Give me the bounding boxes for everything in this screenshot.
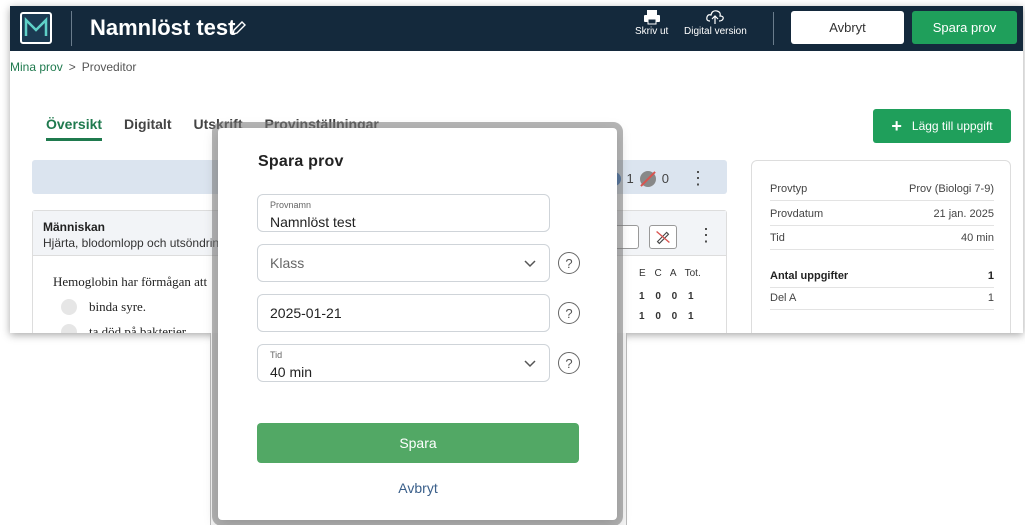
info-row: Del A 1 xyxy=(770,292,994,310)
answer-option-label: binda syre. xyxy=(89,299,147,314)
time-help-icon[interactable]: ? xyxy=(558,352,580,374)
digital-version-button[interactable]: Digital version xyxy=(684,9,747,37)
logo-mark-icon xyxy=(24,16,48,36)
page-title[interactable]: Namnlöst test xyxy=(90,15,235,41)
digital-count: 1 xyxy=(626,171,634,186)
time-label: Tid xyxy=(270,350,283,360)
info-value: 40 min xyxy=(960,232,994,244)
not-digital-count: 0 xyxy=(661,171,669,186)
radio-icon[interactable] xyxy=(61,324,77,333)
breadcrumb-my-tests[interactable]: Mina prov xyxy=(10,60,63,74)
digital-version-label: Digital version xyxy=(684,26,747,37)
more-options-icon[interactable]: ⋮ xyxy=(689,168,707,189)
chevron-down-icon xyxy=(524,360,536,368)
info-row: Provtyp Prov (Biologi 7-9) xyxy=(770,183,994,201)
summary-counts: 1 0 ⋮ xyxy=(606,168,707,189)
class-help-icon[interactable]: ? xyxy=(558,252,580,274)
dialog-cancel-button[interactable]: Avbryt xyxy=(257,480,579,502)
date-value[interactable]: 2025-01-21 xyxy=(270,305,342,321)
add-task-button[interactable]: + Lägg till uppgift xyxy=(873,109,1011,143)
answer-option[interactable]: binda syre. xyxy=(61,299,146,315)
answer-option-label: ta död på bakterier. xyxy=(89,324,189,333)
save-button[interactable]: Spara xyxy=(257,423,579,463)
print-button[interactable]: Skriv ut xyxy=(635,9,668,37)
time-value: 40 min xyxy=(270,364,313,380)
answer-option[interactable]: ta död på bakterier. xyxy=(61,324,189,333)
cancel-button[interactable]: Avbryt xyxy=(791,11,904,44)
info-label: Provdatum xyxy=(770,208,824,220)
save-test-button[interactable]: Spara prov xyxy=(912,11,1017,44)
print-label: Skriv ut xyxy=(635,26,669,37)
add-task-label: Lägg till uppgift xyxy=(911,119,993,133)
info-row: Provdatum 21 jan. 2025 xyxy=(770,208,994,226)
info-row: Tid 40 min xyxy=(770,232,994,250)
info-label: Provtyp xyxy=(770,183,808,195)
class-select[interactable]: Klass xyxy=(257,244,550,282)
breadcrumb-current: Proveditor xyxy=(81,60,137,74)
score-row: 1 0 0 1 xyxy=(639,291,694,302)
plus-icon: + xyxy=(891,115,902,136)
cloud-upload-icon xyxy=(706,10,725,24)
task-title: Människan xyxy=(43,220,106,234)
test-name-value[interactable]: Namnlöst test xyxy=(270,214,356,230)
pencil-icon[interactable] xyxy=(230,19,248,37)
task-question: Hemoglobin har förmågan att xyxy=(53,274,208,289)
task-no-digital-button[interactable] xyxy=(649,225,677,249)
info-value: 21 jan. 2025 xyxy=(933,208,994,220)
date-field[interactable]: 2025-01-21 xyxy=(257,294,550,332)
breadcrumb: Mina prov > Proveditor xyxy=(10,60,136,74)
printer-icon xyxy=(643,10,660,25)
topbar-divider-right xyxy=(773,12,774,45)
test-info-card: Provtyp Prov (Biologi 7-9) Provdatum 21 … xyxy=(751,160,1011,333)
app-logo[interactable] xyxy=(20,12,52,44)
radio-icon[interactable] xyxy=(61,299,77,315)
info-label: Del A xyxy=(770,292,797,304)
save-test-dialog: Spara prov Provnamn Namnlöst test Klass … xyxy=(218,128,617,520)
info-row: Antal uppgifter 1 xyxy=(770,270,994,288)
info-value: 1 xyxy=(987,292,994,304)
no-digital-icon xyxy=(656,230,670,245)
test-name-label: Provnamn xyxy=(270,200,312,210)
topbar-divider xyxy=(71,11,72,46)
breadcrumb-separator: > xyxy=(68,60,76,74)
info-value: 1 xyxy=(987,270,994,282)
info-label: Antal uppgifter xyxy=(770,270,849,282)
class-placeholder: Klass xyxy=(270,255,305,271)
date-help-icon[interactable]: ? xyxy=(558,302,580,324)
info-value: Prov (Biologi 7-9) xyxy=(909,183,994,195)
task-subtitle: Hjärta, blodomlopp och utsöndring xyxy=(43,236,226,250)
top-bar: Namnlöst test Skriv ut Digital version A… xyxy=(10,6,1023,51)
dialog-title: Spara prov xyxy=(258,153,344,170)
task-more-icon[interactable]: ⋮ xyxy=(697,225,715,246)
test-name-field[interactable]: Provnamn Namnlöst test xyxy=(257,194,550,232)
score-row: 1 0 0 1 xyxy=(639,311,694,322)
score-header: E C A Tot. xyxy=(639,268,701,279)
chevron-down-icon xyxy=(524,260,536,268)
tab-digital[interactable]: Digitalt xyxy=(124,116,171,138)
not-digital-count-icon xyxy=(639,170,656,187)
time-select[interactable]: Tid 40 min xyxy=(257,344,550,382)
tab-overview[interactable]: Översikt xyxy=(46,116,103,141)
info-label: Tid xyxy=(770,232,785,244)
